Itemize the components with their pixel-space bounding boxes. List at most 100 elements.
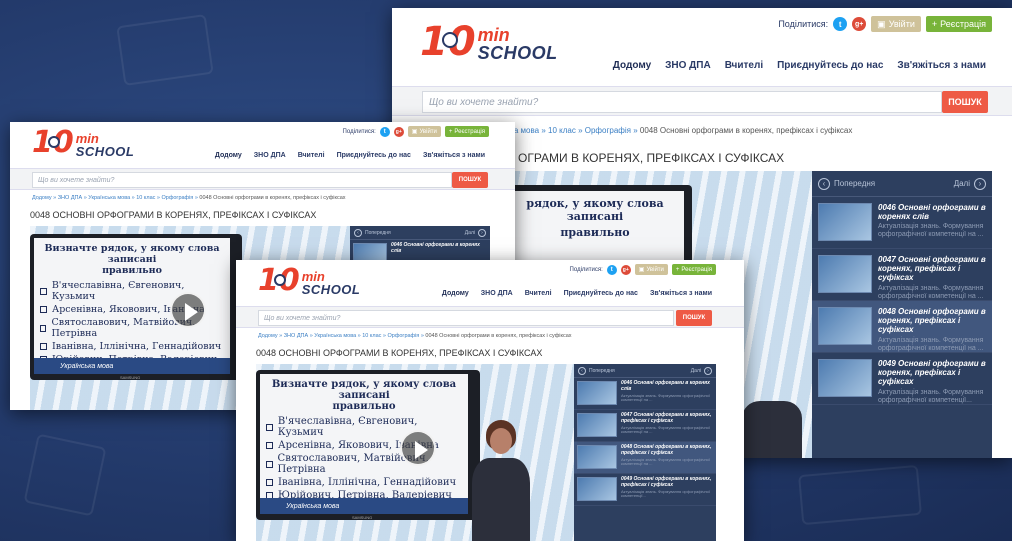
nav-contact[interactable]: Зв'яжіться з нами (650, 290, 712, 297)
breadcrumb-item[interactable]: Орфографія (388, 333, 420, 339)
nav-zno[interactable]: ЗНО ДПА (665, 60, 711, 71)
nav-teachers[interactable]: Вчителі (725, 60, 763, 71)
share-label: Поділитися: (342, 128, 376, 135)
breadcrumb-item[interactable]: Українська мова (88, 195, 130, 201)
search-button[interactable]: ПОШУК (942, 91, 988, 113)
breadcrumb-item[interactable]: ЗНО ДПА (58, 195, 82, 201)
breadcrumb-item[interactable]: 10 клас (136, 195, 155, 201)
google-plus-icon[interactable]: g+ (620, 264, 631, 275)
register-label: Реєстрація (940, 19, 986, 29)
search-button[interactable]: ПОШУК (676, 310, 712, 326)
breadcrumb-item[interactable]: Додому (32, 195, 52, 201)
playlist-prev[interactable]: ‹ Попередня (578, 366, 615, 375)
playlist-item-title: 0046 Основні орфограми в коренях слів (391, 242, 480, 254)
playlist-item-active[interactable]: 0048 Основні орфограми в коренях, префік… (574, 442, 716, 474)
nav-teachers[interactable]: Вчителі (525, 290, 552, 297)
breadcrumb: ська мова » 10 клас » Орфографія » 0048 … (502, 126, 852, 135)
search-button[interactable]: ПОШУК (452, 172, 488, 188)
nav-zno[interactable]: ЗНО ДПА (481, 290, 513, 297)
playlist-item-title: 0049 Основні орфограми в коренях, префік… (878, 359, 986, 387)
breadcrumb-item[interactable]: ЗНО ДПА (284, 333, 308, 339)
register-button[interactable]: + Реєстрація (925, 16, 992, 32)
breadcrumb-item[interactable]: Орфографія (585, 126, 631, 135)
play-button[interactable] (170, 292, 206, 328)
breadcrumb-item[interactable]: Орфографія (162, 195, 194, 201)
breadcrumb-separator: » (279, 333, 283, 339)
nav-home[interactable]: Додому (215, 152, 242, 159)
nav-join[interactable]: Приєднуйтесь до нас (777, 60, 883, 71)
playlist-prev-label: Попередня (589, 367, 615, 374)
header-actions: Поділитися: t g+ ▣ Увійти + Реєстрація (570, 264, 716, 275)
video-thumbnail (577, 413, 617, 437)
header-actions: Поділитися: t g+ ▣ Увійти + Реєстрація (343, 126, 489, 137)
arrow-right-icon: › (974, 177, 986, 190)
breadcrumb-item[interactable]: Додому (258, 333, 278, 339)
arrow-right-icon: › (478, 228, 486, 237)
twitter-icon[interactable]: t (833, 17, 848, 31)
register-button[interactable]: + Реєстрація (671, 264, 716, 275)
presenter-figure (732, 371, 812, 458)
user-icon: ▣ (411, 129, 418, 135)
google-plus-icon[interactable]: g+ (852, 17, 867, 31)
playlist-item[interactable]: 0049 Основні орфограми в коренях, префік… (574, 474, 716, 506)
playlist-item-active[interactable]: 0048 Основні орфограми в коренях, префік… (812, 301, 992, 353)
nav-contact[interactable]: Зв'яжіться з нами (897, 60, 986, 71)
search-input[interactable]: Що ви хочете знайти? (422, 91, 942, 113)
nav-zno[interactable]: ЗНО ДПА (254, 152, 286, 159)
nav-join[interactable]: Приєднуйтесь до нас (337, 152, 411, 159)
nav-home[interactable]: Додому (613, 60, 651, 71)
login-button[interactable]: ▣ Увійти (634, 264, 668, 275)
playlist-panel: ‹ Попередня Далі › 0046 Основні орфограм… (574, 364, 716, 541)
playlist-item[interactable]: 0047 Основні орфограми в коренях, префік… (812, 249, 992, 301)
nav-join[interactable]: Приєднуйтесь до нас (564, 290, 638, 297)
login-button[interactable]: ▣ Увійти (407, 126, 441, 137)
playlist-item[interactable]: 0046 Основні орфограми в коренях слів Акт… (574, 378, 716, 410)
playlist-item-title: 0047 Основні орфограми в коренях, префік… (621, 412, 712, 424)
playlist-prev[interactable]: ‹ Попередня (354, 228, 391, 237)
playlist-next[interactable]: Далі › (691, 366, 712, 375)
breadcrumb-item[interactable]: Українська мова (314, 333, 356, 339)
play-button[interactable] (400, 430, 436, 466)
breadcrumb-separator: » (420, 333, 424, 339)
playlist-item[interactable]: 0049 Основні орфограми в коренях, префік… (812, 353, 992, 405)
nav-teachers[interactable]: Вчителі (298, 152, 325, 159)
playlist-panel: ‹ Попередня Далі › 0046 Основні орфограм… (812, 171, 992, 458)
nav-home[interactable]: Додому (442, 290, 469, 297)
site-logo[interactable]: 10 min SCHOOL (32, 128, 134, 159)
playlist-item-desc: Актуалізація знань. Формування орфографі… (621, 456, 711, 467)
playlist-prev[interactable]: ‹ Попередня (818, 177, 875, 190)
board-question-line2: правильно (332, 401, 396, 412)
checkbox-icon (40, 306, 47, 313)
board-option: Іванівна, Іллінічна, Геннадійович (266, 477, 462, 488)
search-input[interactable]: Що ви хочете знайти? (258, 310, 674, 326)
logo-min: min (477, 25, 510, 45)
breadcrumb-item[interactable]: 10 клас (548, 126, 576, 135)
playlist-header: ‹ Попередня Далі › (574, 364, 716, 378)
site-logo[interactable]: 10 min SCHOOL (420, 22, 558, 62)
login-button[interactable]: ▣ Увійти (871, 16, 921, 32)
playlist-item[interactable]: 0046 Основні орфограми в коренях слів Акт… (812, 197, 992, 249)
video-thumbnail (577, 477, 617, 501)
playlist-item[interactable]: 0047 Основні орфограми в коренях, префік… (574, 410, 716, 442)
twitter-icon[interactable]: t (379, 126, 390, 137)
clock-icon (274, 274, 286, 286)
playlist-next-label: Далі (953, 179, 970, 188)
twitter-icon[interactable]: t (606, 264, 617, 275)
playlist-next[interactable]: Далі › (953, 177, 986, 190)
google-plus-icon[interactable]: g+ (393, 126, 404, 137)
playlist-next[interactable]: Далі › (465, 228, 486, 237)
video-thumbnail (818, 203, 872, 241)
video-player[interactable]: Визначте рядок, у якому слова записані п… (256, 364, 574, 541)
breadcrumb-current: 0048 Основні орфограми в коренях, префік… (639, 126, 853, 135)
background-doodle (116, 14, 214, 86)
breadcrumb-item[interactable]: 10 клас (362, 333, 381, 339)
playlist-item-desc: Актуалізація знань. Формування орфографі… (878, 284, 984, 300)
playlist-item-title: 0047 Основні орфограми в коренях, префік… (878, 255, 986, 283)
nav-contact[interactable]: Зв'яжіться з нами (423, 152, 485, 159)
breadcrumb-current: 0048 Основні орфограми в коренях, префік… (425, 333, 572, 339)
page-title: ОГРАМИ В КОРЕНЯХ, ПРЕФІКСАХ І СУФІКСАХ (518, 151, 785, 165)
site-logo[interactable]: 10 min SCHOOL (258, 266, 360, 297)
search-input[interactable]: Що ви хочете знайти? (32, 172, 452, 188)
playlist-item-desc: Актуалізація знань. Формування орфографі… (621, 488, 711, 499)
register-button[interactable]: + Реєстрація (444, 126, 489, 137)
